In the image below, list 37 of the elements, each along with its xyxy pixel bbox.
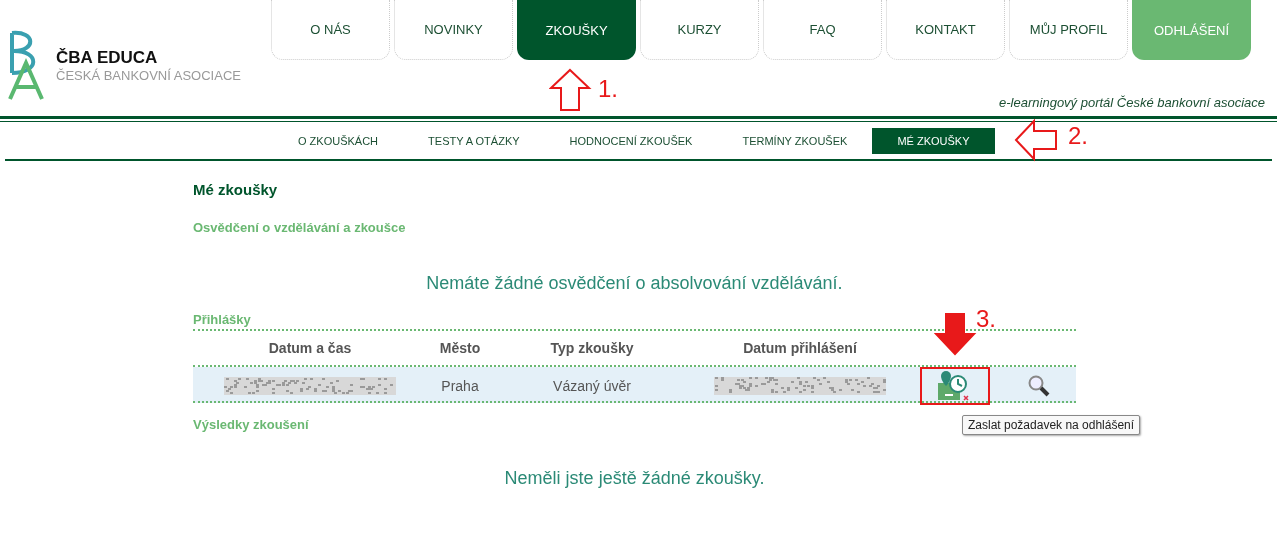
arrow-icon — [934, 312, 978, 356]
column-header: Datum přihlášení — [742, 340, 858, 356]
column-header: Datum a čas — [267, 340, 353, 356]
subnav-tab[interactable]: HODNOCENÍ ZKOUŠEK — [544, 127, 718, 154]
arrow-icon — [1014, 119, 1058, 163]
subnav-tab[interactable]: TERMÍNY ZKOUŠEK — [717, 127, 873, 154]
unregister-button[interactable] — [920, 367, 990, 405]
annotation-label: 1. — [598, 75, 618, 103]
nav-tab[interactable]: FAQ — [763, 0, 882, 60]
page-title: Mé zkoušky — [193, 181, 279, 198]
tooltip: Zaslat požadavek na odhlášení — [962, 415, 1141, 435]
section-title: Výsledky zkoušení — [193, 417, 309, 432]
tagline: e-learningový portál České bankovní asociace — [999, 95, 1265, 110]
empty-message: Nemáte žádné osvědčení o absolvování vzdělávání. — [425, 273, 844, 294]
search-icon[interactable] — [1027, 375, 1050, 397]
table-cell-text: Praha — [440, 378, 480, 394]
logo-subtitle: ČESKÁ BANKOVNÍ ASOCIACE — [56, 67, 241, 83]
logo-title: ČBA EDUCA — [56, 47, 159, 68]
nav-tab[interactable]: KURZY — [640, 0, 759, 60]
table-cell-text: Vázaný úvěr — [552, 378, 632, 394]
subnav-tab[interactable]: TESTY A OTÁZKY — [403, 127, 545, 154]
subnav-tab[interactable]: O ZKOUŠKÁCH — [273, 127, 404, 154]
nav-tab[interactable]: ZKOUŠKY — [517, 0, 636, 60]
annotation-label: 3. — [976, 305, 996, 333]
nav-tab[interactable]: KONTAKT — [886, 0, 1005, 60]
section-title: Osvědčení o vzdělávání a zkoušce — [193, 220, 406, 235]
nav-tab[interactable]: O NÁS — [271, 0, 390, 60]
annotation-label: 2. — [1068, 122, 1088, 150]
column-header: Typ zkoušky — [549, 340, 635, 356]
logo-icon — [6, 29, 46, 101]
nav-tab[interactable]: MŮJ PROFIL — [1009, 0, 1128, 60]
nav-tab[interactable]: NOVINKY — [394, 0, 513, 60]
empty-message: Neměli jste ještě žádné zkoušky. — [503, 468, 766, 489]
arrow-icon — [549, 68, 593, 112]
section-title: Přihlášky — [193, 312, 251, 327]
subnav-tab[interactable]: MÉ ZKOUŠKY — [872, 127, 995, 154]
column-header: Město — [438, 340, 482, 356]
